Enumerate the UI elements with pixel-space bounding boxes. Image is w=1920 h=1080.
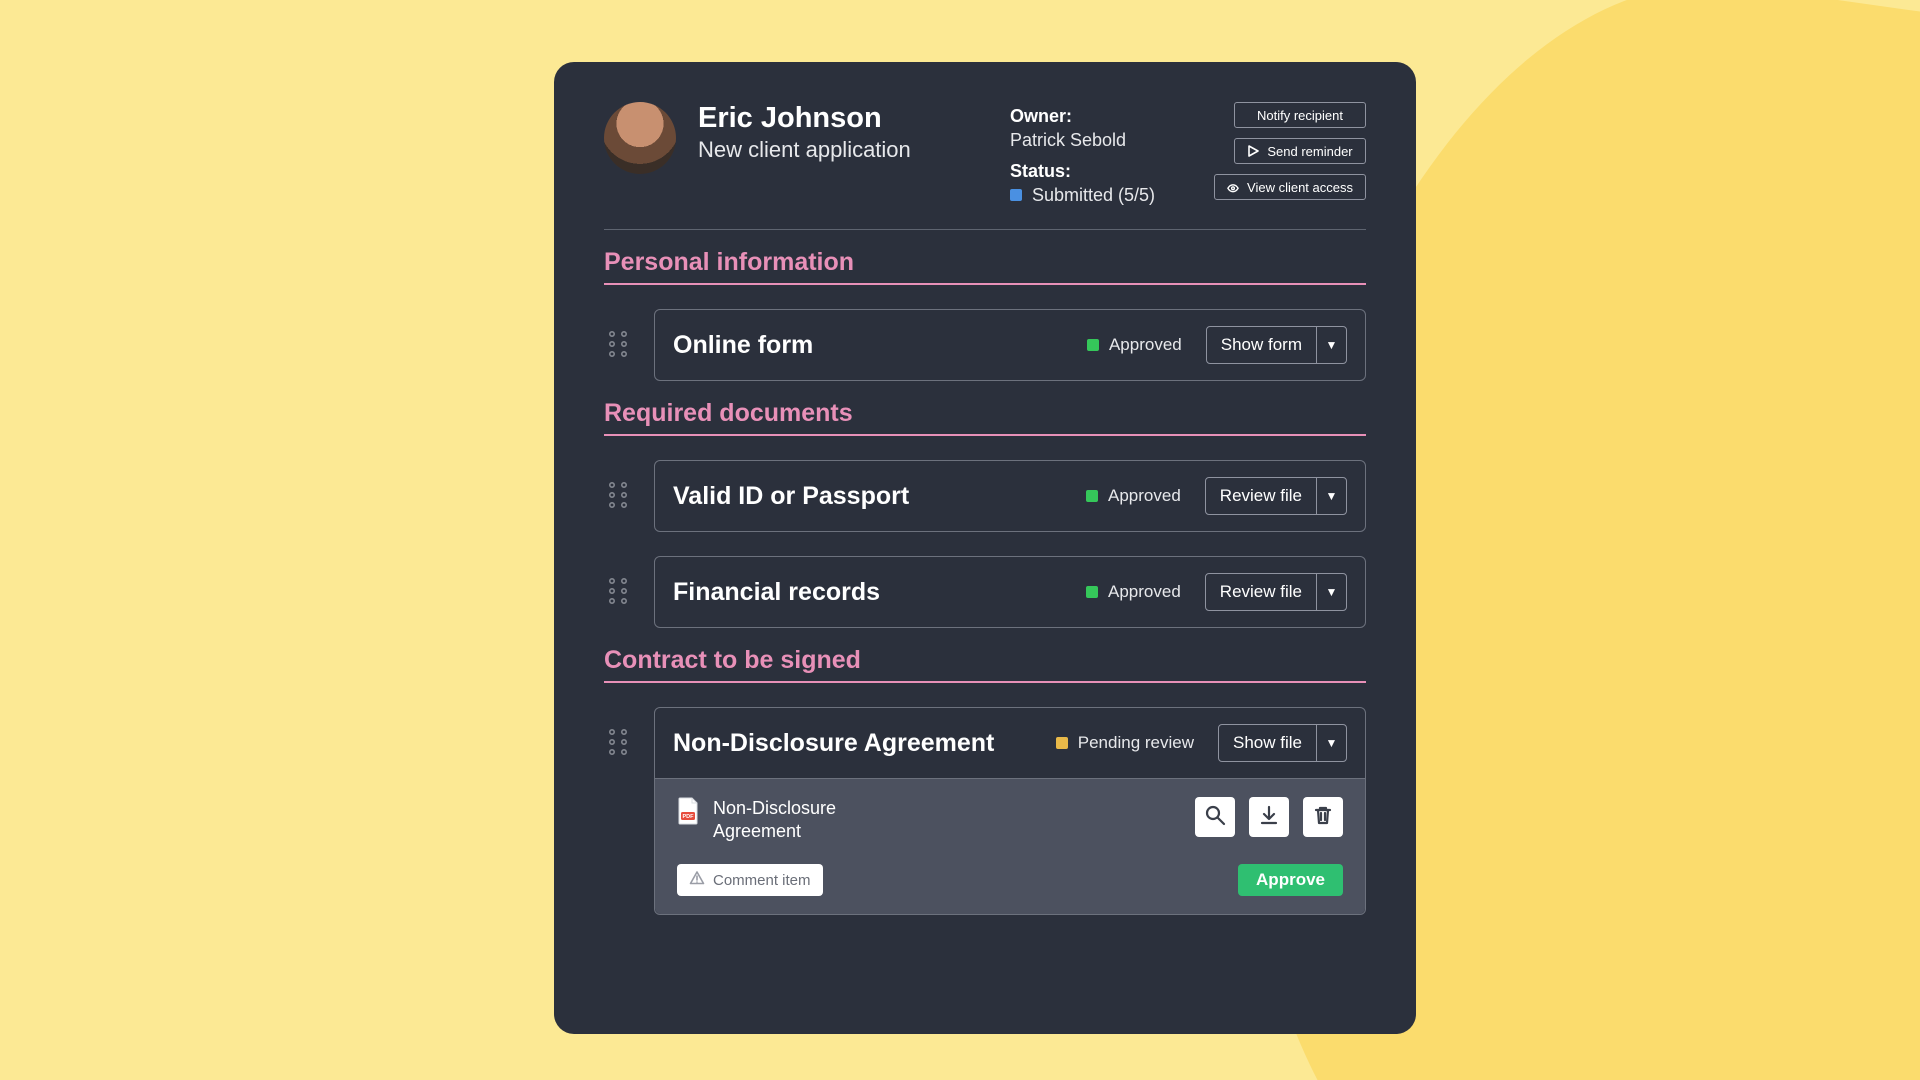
status-color-dot	[1010, 189, 1022, 201]
show-form-label[interactable]: Show form	[1207, 327, 1316, 363]
card-title: Online form	[673, 331, 813, 360]
status-text: Submitted (5/5)	[1032, 183, 1155, 207]
svg-text:PDF: PDF	[683, 814, 695, 820]
avatar	[604, 102, 676, 174]
application-panel: Eric Johnson New client application Owne…	[554, 62, 1416, 1034]
delete-button[interactable]	[1303, 797, 1343, 837]
card-title: Non-Disclosure Agreement	[673, 729, 994, 758]
status-badge: Pending review	[1056, 733, 1194, 753]
status-badge: Approved	[1086, 582, 1181, 602]
section-title-documents: Required documents	[604, 399, 1366, 436]
preview-button[interactable]	[1195, 797, 1235, 837]
drag-handle[interactable]	[604, 460, 632, 510]
review-file-button[interactable]: Review file ▼	[1205, 477, 1347, 515]
card-financial-records: Financial records Approved Review file ▼	[654, 556, 1366, 628]
item-row: Valid ID or Passport Approved Review fil…	[604, 460, 1366, 532]
review-file-button[interactable]: Review file ▼	[1205, 573, 1347, 611]
client-block: Eric Johnson New client application	[698, 102, 988, 163]
drag-handle[interactable]	[604, 309, 632, 359]
view-client-access-label: View client access	[1247, 180, 1353, 195]
file-panel: PDF Non-Disclosure Agreement	[655, 778, 1365, 914]
owner-name: Patrick Sebold	[1010, 130, 1126, 150]
item-row: Online form Approved Show form ▼	[604, 309, 1366, 381]
status-text: Approved	[1108, 486, 1181, 506]
status-text: Approved	[1108, 582, 1181, 602]
comment-item-button[interactable]: Comment item	[677, 864, 823, 896]
chevron-down-icon[interactable]: ▼	[1316, 478, 1346, 514]
trash-icon	[1312, 804, 1334, 831]
send-reminder-button[interactable]: Send reminder	[1234, 138, 1366, 164]
review-file-label[interactable]: Review file	[1206, 478, 1316, 514]
card-online-form: Online form Approved Show form ▼	[654, 309, 1366, 381]
owner-label: Owner:	[1010, 106, 1072, 126]
send-reminder-label: Send reminder	[1267, 144, 1352, 159]
play-icon	[1247, 145, 1259, 157]
notify-recipient-button[interactable]: Notify recipient	[1234, 102, 1366, 128]
client-name: Eric Johnson	[698, 102, 988, 135]
status-label: Status:	[1010, 161, 1071, 181]
status-square-icon	[1086, 586, 1098, 598]
status-badge: Approved	[1086, 486, 1181, 506]
comment-item-label: Comment item	[713, 872, 811, 889]
file-name: Non-Disclosure Agreement	[713, 797, 913, 842]
view-client-access-button[interactable]: View client access	[1214, 174, 1366, 200]
client-subtitle: New client application	[698, 137, 988, 163]
review-file-label[interactable]: Review file	[1206, 574, 1316, 610]
chevron-down-icon[interactable]: ▼	[1316, 327, 1346, 363]
approve-label: Approve	[1256, 870, 1325, 889]
header-actions: Notify recipient Send reminder View clie…	[1214, 102, 1366, 200]
card-title: Valid ID or Passport	[673, 482, 909, 511]
search-icon	[1204, 804, 1226, 831]
download-button[interactable]	[1249, 797, 1289, 837]
approve-button[interactable]: Approve	[1238, 864, 1343, 896]
status-square-icon	[1087, 339, 1099, 351]
card-title: Financial records	[673, 578, 880, 607]
status-text: Pending review	[1078, 733, 1194, 753]
download-icon	[1258, 804, 1280, 831]
item-row: Non-Disclosure Agreement Pending review …	[604, 707, 1366, 915]
header: Eric Johnson New client application Owne…	[604, 102, 1366, 230]
chevron-down-icon[interactable]: ▼	[1316, 574, 1346, 610]
status-badge: Approved	[1087, 335, 1182, 355]
drag-handle[interactable]	[604, 556, 632, 606]
show-file-label[interactable]: Show file	[1219, 725, 1316, 761]
drag-handle[interactable]	[604, 707, 632, 757]
show-form-button[interactable]: Show form ▼	[1206, 326, 1347, 364]
item-row: Financial records Approved Review file ▼	[604, 556, 1366, 628]
notify-recipient-label: Notify recipient	[1257, 108, 1343, 123]
warning-icon	[689, 870, 705, 890]
chevron-down-icon[interactable]: ▼	[1316, 725, 1346, 761]
card-valid-id: Valid ID or Passport Approved Review fil…	[654, 460, 1366, 532]
show-file-button[interactable]: Show file ▼	[1218, 724, 1347, 762]
eye-icon	[1227, 181, 1239, 193]
section-title-contract: Contract to be signed	[604, 646, 1366, 683]
status-text: Approved	[1109, 335, 1182, 355]
meta-block: Owner: Patrick Sebold Status: Submitted …	[1010, 102, 1192, 207]
card-nda: Non-Disclosure Agreement Pending review …	[654, 707, 1366, 915]
pdf-icon: PDF	[677, 797, 699, 825]
section-title-personal: Personal information	[604, 248, 1366, 285]
status-square-icon	[1086, 490, 1098, 502]
status-square-icon	[1056, 737, 1068, 749]
